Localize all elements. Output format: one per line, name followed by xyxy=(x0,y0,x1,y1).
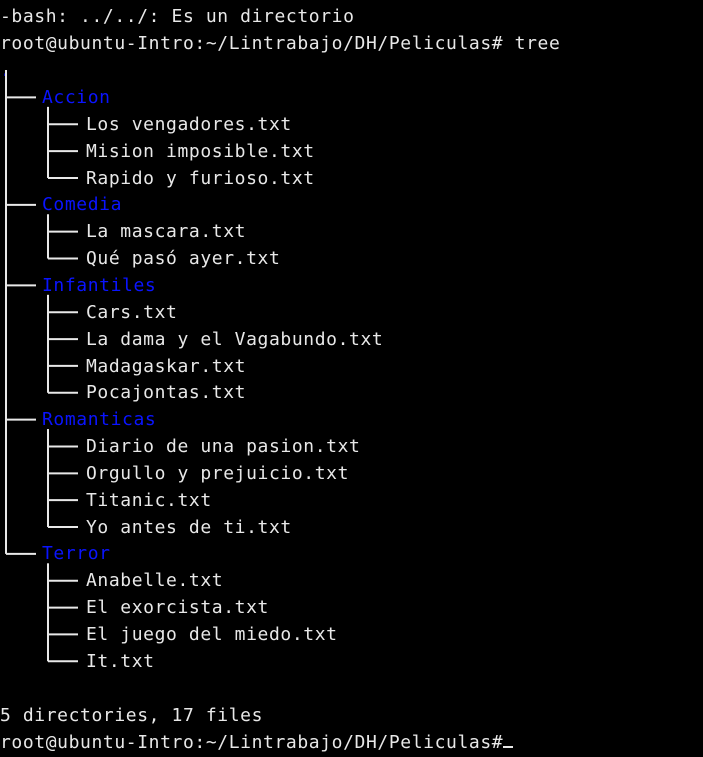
tree-file-3-1: Orgullo y prejuicio.txt xyxy=(86,462,350,484)
summary-line: 5 directories, 17 files xyxy=(0,705,264,726)
command-prompt-tree: root@ubuntu-Intro:~/Lintrabajo/DH/Pelicu… xyxy=(0,33,561,54)
tree-file-2-0: Cars.txt xyxy=(86,301,178,323)
tree-file-2-3: Pocajontas.txt xyxy=(86,382,247,404)
tree-file-1-0: La mascara.txt xyxy=(86,221,247,243)
prompt-text: root@ubuntu-Intro:~/Lintrabajo/DH/Pelicu… xyxy=(0,732,504,753)
text-cursor xyxy=(503,746,514,748)
tree-dir-3: Romanticas xyxy=(42,409,157,431)
tree-root-dot: . xyxy=(0,60,12,81)
tree-file-3-0: Diario de una pasion.txt xyxy=(86,436,361,458)
tree-dir-0: Accion xyxy=(42,87,111,108)
tree-file-2-1: La dama y el Vagabundo.txt xyxy=(86,328,384,350)
tree-file-0-0: Los vengadores.txt xyxy=(86,113,292,135)
bash-error-line: -bash: ../../: Es un directorio xyxy=(0,6,355,27)
tree-file-2-2: Madagaskar.txt xyxy=(86,355,247,377)
tree-file-3-3: Yo antes de ti.txt xyxy=(86,516,292,538)
tree-file-0-2: Rapido y furioso.txt xyxy=(86,167,315,189)
command-prompt-current[interactable]: root@ubuntu-Intro:~/Lintrabajo/DH/Pelicu… xyxy=(0,729,514,756)
tree-dir-1: Comedia xyxy=(42,194,123,216)
tree-file-4-3: It.txt xyxy=(86,650,155,672)
tree-file-0-1: Mision imposible.txt xyxy=(86,140,315,162)
tree-dir-4: Terror xyxy=(42,543,111,565)
tree-file-1-1: Qué pasó ayer.txt xyxy=(86,248,281,270)
tree-file-4-1: El exorcista.txt xyxy=(86,597,269,619)
tree-file-4-0: Anabelle.txt xyxy=(86,570,224,592)
terminal-window[interactable]: -bash: ../../: Es un directorio root@ubu… xyxy=(0,0,703,757)
tree-file-3-2: Titanic.txt xyxy=(86,489,212,511)
tree-dir-2: Infantiles xyxy=(42,274,157,296)
tree-file-4-2: El juego del miedo.txt xyxy=(86,624,338,645)
